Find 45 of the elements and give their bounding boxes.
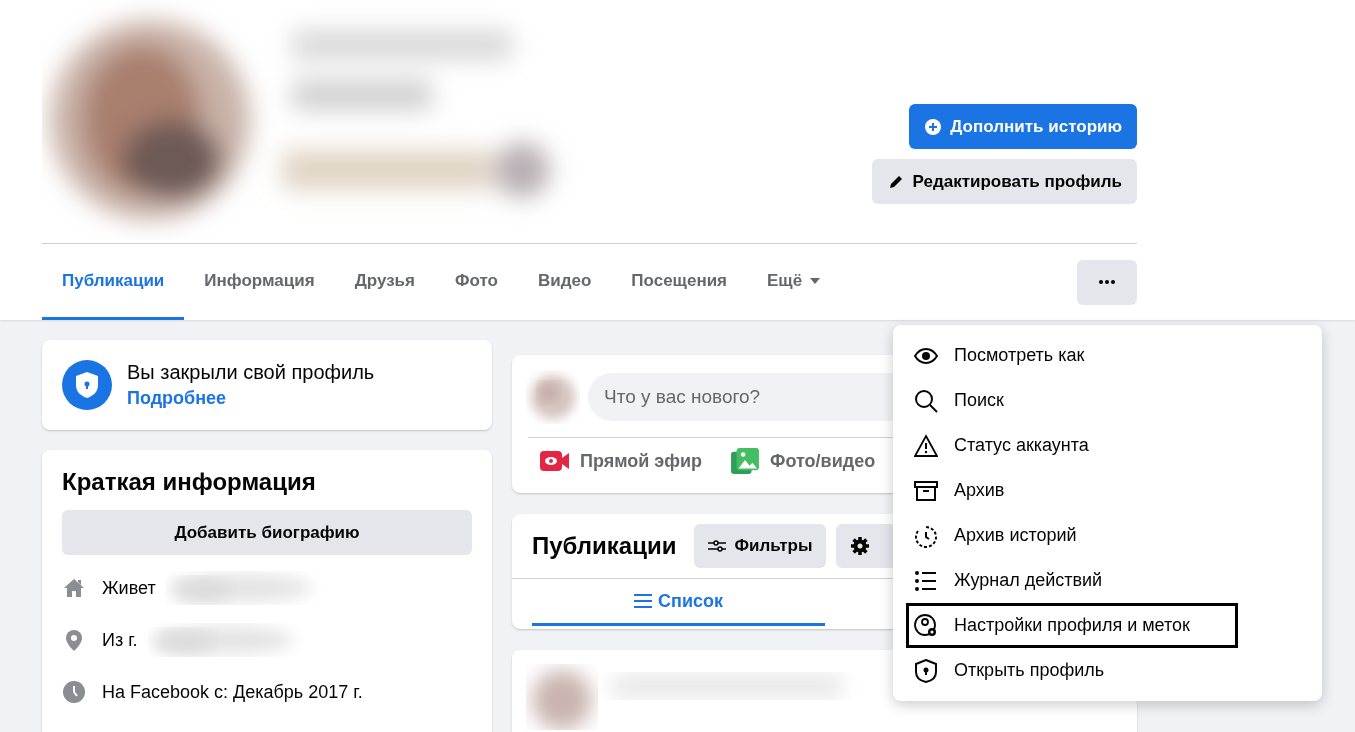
- settings-icon: [850, 536, 871, 556]
- menu-item[interactable]: Архив: [901, 468, 1314, 513]
- profile-tab[interactable]: Видео: [517, 244, 612, 320]
- view-tab[interactable]: Список: [532, 579, 825, 626]
- user-gear-icon: [914, 613, 938, 638]
- menu-item[interactable]: Статус аккаунта: [901, 423, 1314, 468]
- archive-box-icon: [914, 478, 938, 503]
- intro-text: Из г.: [102, 629, 138, 651]
- menu-item[interactable]: Архив историй: [901, 513, 1314, 558]
- profile-tab[interactable]: Информация: [184, 244, 335, 320]
- sliders-icon: [708, 538, 727, 554]
- section-title: Публикации: [532, 532, 677, 560]
- warning-icon: [914, 433, 938, 458]
- menu-item[interactable]: Журнал действий: [901, 558, 1314, 603]
- add-bio-button[interactable]: Добавить биографию: [62, 510, 472, 555]
- clock-icon: [62, 680, 86, 704]
- notice-text: Вы закрыли свой профиль: [127, 361, 375, 384]
- intro-text: На Facebook с: Декабрь 2017 г.: [102, 681, 363, 703]
- video-camera-icon: [540, 448, 570, 474]
- home-icon: [62, 576, 86, 600]
- add-story-button[interactable]: Дополнить историю: [909, 104, 1137, 149]
- menu-item[interactable]: Настройки профиля и меток: [906, 603, 1238, 648]
- menu-item[interactable]: Открыть профиль: [901, 648, 1314, 693]
- composer-action[interactable]: Фото/видео: [730, 448, 876, 474]
- edit-profile-button[interactable]: Редактировать профиль: [871, 159, 1137, 204]
- plus-icon: [924, 118, 943, 135]
- intro-text: Живет: [102, 577, 156, 599]
- profile-tab[interactable]: Ещё: [747, 244, 841, 320]
- section-title: Краткая информация: [62, 468, 317, 496]
- profile-tab[interactable]: Посещения: [611, 244, 748, 320]
- more-dots-icon: [1099, 280, 1115, 284]
- filters-button[interactable]: Фильтры: [694, 524, 827, 568]
- clock-icon: [914, 523, 938, 548]
- search-icon: [914, 388, 938, 413]
- profile-tab[interactable]: Друзья: [334, 244, 435, 320]
- list-icon: [634, 593, 652, 609]
- shield-icon: [62, 360, 112, 410]
- shield-icon: [914, 658, 938, 683]
- learn-more-link[interactable]: Подробнее: [127, 388, 375, 409]
- list-icon: [914, 568, 938, 593]
- profile-tab[interactable]: Фото: [434, 244, 518, 320]
- photo-icon: [730, 448, 761, 474]
- profile-tab[interactable]: Публикации: [42, 244, 185, 320]
- composer-action[interactable]: Прямой эфир: [540, 448, 703, 474]
- caret-icon: [810, 277, 821, 284]
